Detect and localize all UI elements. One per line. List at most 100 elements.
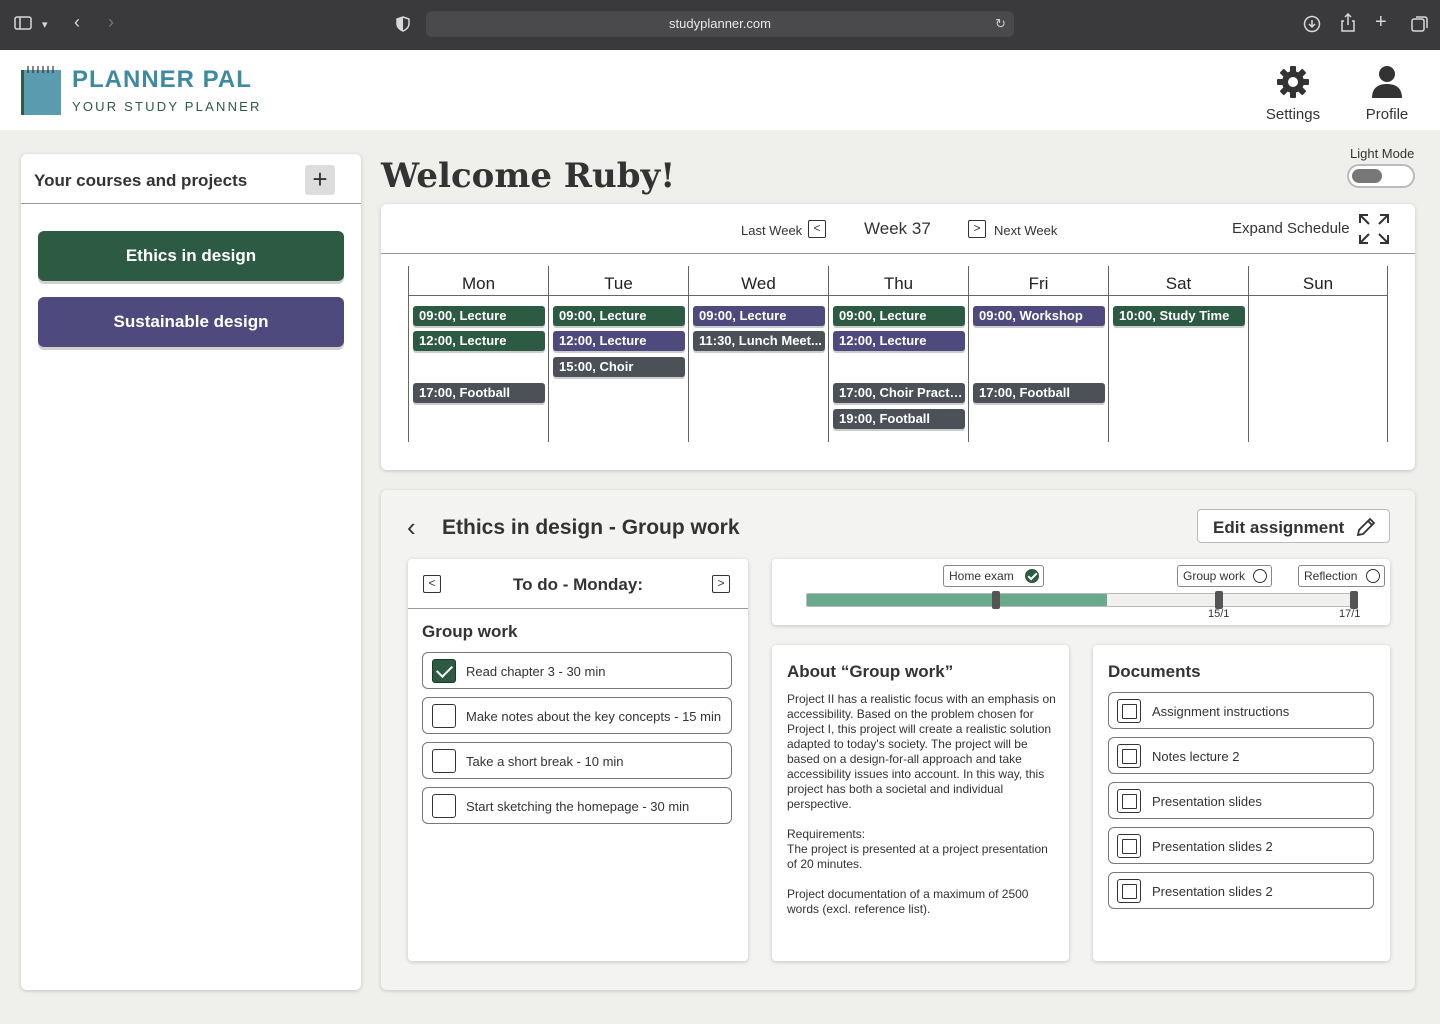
schedule-event[interactable]: 19:00, Football [833, 409, 965, 429]
schedule-event[interactable]: 11:30, Lunch Meet... [693, 331, 825, 351]
todo-section-title: Group work [422, 622, 518, 641]
notebook-logo-icon [20, 64, 62, 116]
task-label: Take a short break - 10 min [466, 754, 624, 769]
sidebar-toggle-icon[interactable] [14, 16, 32, 34]
document-item[interactable]: Presentation slides [1108, 782, 1374, 819]
schedule-event[interactable]: 09:00, Workshop [973, 306, 1105, 326]
task-item[interactable]: Start sketching the homepage - 30 min [422, 787, 732, 824]
schedule-event[interactable]: 09:00, Lecture [833, 306, 965, 326]
task-checkbox[interactable] [432, 704, 456, 728]
task-item[interactable]: Read chapter 3 - 30 min [422, 652, 732, 689]
milestone-group-work[interactable]: Group work [1177, 565, 1272, 587]
edit-assignment-button[interactable]: Edit assignment [1197, 509, 1390, 543]
schedule-event[interactable]: 17:00, Football [973, 383, 1105, 403]
schedule-event[interactable]: 12:00, Lecture [833, 331, 965, 351]
schedule-event[interactable]: 10:00, Study Time [1113, 306, 1245, 326]
document-icon [1117, 834, 1141, 858]
courses-sidebar: Your courses and projects + Ethics in de… [21, 154, 361, 990]
day-name: Sun [1249, 266, 1387, 296]
forward-arrow-icon[interactable]: › [108, 13, 114, 31]
app-header: PLANNER PAL YOUR STUDY PLANNER Settings … [0, 50, 1440, 130]
about-title: About “Group work” [787, 662, 954, 681]
chevron-left-icon: < [813, 221, 821, 235]
tab-overview-icon[interactable] [1411, 15, 1429, 37]
day-name: Thu [829, 266, 968, 296]
day-name: Wed [689, 266, 828, 296]
task-label: Make notes about the key concepts - 15 m… [466, 709, 722, 724]
milestone-home-exam[interactable]: Home exam [943, 565, 1044, 587]
next-week-button[interactable]: > [968, 220, 986, 238]
milestone-label: Group work [1183, 569, 1246, 583]
course-button-sustainable-design[interactable]: Sustainable design [38, 297, 344, 347]
document-label: Presentation slides 2 [1152, 884, 1273, 899]
schedule-event[interactable]: 12:00, Lecture [553, 331, 685, 351]
schedule-event[interactable]: 09:00, Lecture [553, 306, 685, 326]
prev-week-button[interactable]: < [808, 220, 826, 238]
milestone-timeline: Home exam Group work Reflection 15/1 17/… [772, 559, 1390, 625]
schedule-event[interactable]: 17:00, Choir Practice [833, 383, 965, 403]
task-label: Read chapter 3 - 30 min [466, 664, 606, 679]
back-arrow-icon[interactable]: ‹ [74, 13, 80, 31]
task-checkbox[interactable] [432, 659, 456, 683]
schedule-event[interactable]: 15:00, Choir [553, 357, 685, 377]
next-day-button[interactable]: > [712, 575, 730, 593]
expand-schedule-label: Expand Schedule [1232, 220, 1350, 237]
add-course-button[interactable]: + [305, 165, 335, 195]
check-circle-icon [1025, 569, 1039, 583]
pencil-icon [1356, 517, 1376, 537]
next-week-label: Next Week [994, 223, 1058, 238]
expand-icon[interactable] [1358, 213, 1390, 250]
day-column: Fri 09:00, Workshop 17:00, Football [968, 266, 1108, 442]
schedule-event[interactable]: 09:00, Lecture [413, 306, 545, 326]
documents-card: Documents Assignment instructions Notes l… [1093, 645, 1390, 961]
course-button-ethics-in-design[interactable]: Ethics in design [38, 231, 344, 281]
document-icon [1117, 744, 1141, 768]
assignment-title: Ethics in design - Group work [442, 516, 740, 539]
assignment-panel: ‹ Ethics in design - Group work Edit ass… [381, 490, 1415, 990]
schedule-event[interactable]: 17:00, Football [413, 383, 545, 403]
chevron-left-icon[interactable]: ‹ [407, 514, 416, 540]
task-item[interactable]: Make notes about the key concepts - 15 m… [422, 697, 732, 734]
address-bar[interactable]: studyplanner.com ↻ [426, 11, 1014, 37]
milestone-marker [1350, 591, 1358, 609]
progress-track [806, 593, 1354, 607]
document-item[interactable]: Presentation slides 2 [1108, 827, 1374, 864]
new-tab-icon[interactable]: + [1375, 12, 1387, 32]
task-checkbox[interactable] [432, 794, 456, 818]
day-column: Mon 09:00, Lecture 12:00, Lecture 17:00, Fo… [408, 266, 548, 442]
profile-button[interactable]: Profile [1352, 64, 1422, 123]
gear-icon [1277, 66, 1309, 98]
document-item[interactable]: Presentation slides 2 [1108, 872, 1374, 909]
schedule-event[interactable]: 12:00, Lecture [413, 331, 545, 351]
document-item[interactable]: Assignment instructions [1108, 692, 1374, 729]
browser-toolbar: ▾ ‹ › studyplanner.com ↻ + [0, 0, 1440, 50]
about-card: About “Group work” Project II has a real… [772, 645, 1069, 961]
url-text: studyplanner.com [669, 16, 771, 31]
task-checkbox[interactable] [432, 749, 456, 773]
todo-header: < To do - Monday: > [408, 559, 748, 609]
day-column: Sat 10:00, Study Time [1108, 266, 1248, 442]
document-label: Notes lecture 2 [1152, 749, 1240, 764]
reload-icon[interactable]: ↻ [995, 11, 1006, 37]
document-item[interactable]: Notes lecture 2 [1108, 737, 1374, 774]
chevron-down-icon[interactable]: ▾ [42, 17, 48, 33]
light-mode-toggle[interactable] [1347, 164, 1415, 188]
download-icon[interactable] [1303, 15, 1321, 37]
todo-title: To do - Monday: [513, 575, 643, 594]
settings-button[interactable]: Settings [1258, 64, 1328, 123]
document-label: Presentation slides [1152, 794, 1262, 809]
day-name: Fri [969, 266, 1108, 296]
schedule-event[interactable]: 09:00, Lecture [693, 306, 825, 326]
about-text: Project II has a realistic focus with an… [787, 692, 1056, 916]
day-column: Wed 09:00, Lecture 11:30, Lunch Meet... [688, 266, 828, 442]
milestone-reflection[interactable]: Reflection [1298, 565, 1385, 587]
milestone-marker [1215, 591, 1223, 609]
day-name: Mon [409, 266, 548, 296]
empty-circle-icon [1366, 569, 1380, 583]
milestone-label: Home exam [949, 569, 1014, 583]
task-item[interactable]: Take a short break - 10 min [422, 742, 732, 779]
week-title: Week 37 [864, 219, 931, 238]
privacy-shield-icon[interactable] [396, 16, 410, 36]
documents-title: Documents [1108, 662, 1201, 681]
share-icon[interactable] [1340, 12, 1356, 37]
